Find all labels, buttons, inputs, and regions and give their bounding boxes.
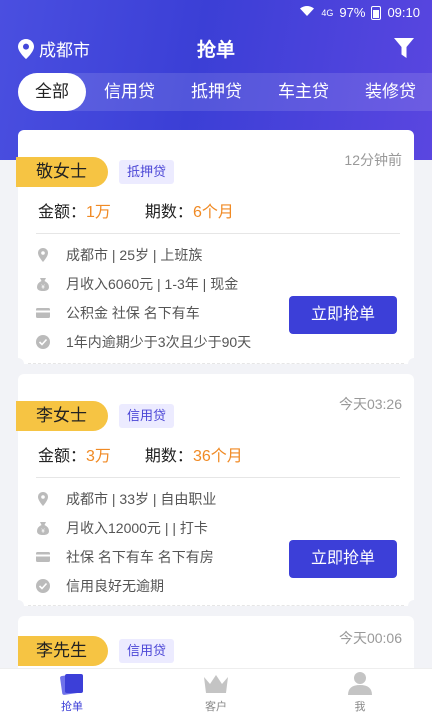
bottom-navigation: 抢单 客户 我 xyxy=(0,668,432,720)
nav-customers[interactable]: 客户 xyxy=(144,669,288,720)
amount-label: 金额： xyxy=(38,204,87,221)
category-tabs: 全部 信用贷 抵押贷 车主贷 装修贷 xyxy=(18,73,432,111)
divider xyxy=(36,477,400,478)
grab-order-button[interactable]: 立即抢单 xyxy=(289,540,397,578)
amount-label: 金额： xyxy=(38,448,87,465)
order-card[interactable]: 敬女士 抵押贷 12分钟前 金额：1万 期数：6个月 成都市 | 25岁 | 上… xyxy=(12,130,420,370)
crown-icon xyxy=(204,675,228,693)
check-circle-icon xyxy=(36,334,50,349)
order-time: 今天00:06 xyxy=(338,630,402,646)
order-card[interactable]: 李先生 信用贷 今天00:06 xyxy=(18,616,414,676)
location-icon xyxy=(38,247,48,262)
order-card[interactable]: 李女士 信用贷 今天03:26 金额：3万 期数：36个月 成都市 | 33岁 … xyxy=(12,374,420,612)
divider xyxy=(36,233,400,234)
customer-name: 敬女士 xyxy=(16,157,108,187)
nav-grab-orders[interactable]: 抢单 xyxy=(0,669,144,720)
cards-icon xyxy=(60,674,83,695)
customer-name: 李女士 xyxy=(16,401,108,431)
card-notch xyxy=(408,600,420,612)
loan-type-tag: 信用贷 xyxy=(119,404,175,428)
tab-all[interactable]: 全部 xyxy=(18,73,86,111)
tab-car-owner-loan[interactable]: 车主贷 xyxy=(260,73,347,111)
amount-value: 3万 xyxy=(86,448,111,465)
loan-type-tag: 信用贷 xyxy=(119,639,175,663)
info-assets: 公积金 社保 名下有车 xyxy=(66,304,200,321)
info-basic: 成都市 | 33岁 | 自由职业 xyxy=(66,490,217,507)
card-notch xyxy=(408,358,420,370)
loan-summary: 金额：3万 期数：36个月 xyxy=(38,442,277,466)
customer-name: 李先生 xyxy=(18,636,108,666)
page-title: 抢单 xyxy=(196,40,235,61)
order-time: 今天03:26 xyxy=(338,396,402,412)
info-income: 月收入6060元 | 1-3年 | 现金 xyxy=(66,275,239,292)
tab-credit-loan[interactable]: 信用贷 xyxy=(86,73,173,111)
card-notch xyxy=(12,358,24,370)
nav-label: 抢单 xyxy=(61,701,83,713)
card-icon xyxy=(36,551,50,562)
nav-me[interactable]: 我 xyxy=(288,669,432,720)
clock-label: 09:10 xyxy=(387,5,420,20)
dashed-divider xyxy=(28,605,404,606)
amount-value: 1万 xyxy=(86,204,111,221)
period-label: 期数： xyxy=(144,204,193,221)
filter-button[interactable] xyxy=(394,38,414,63)
period-value: 36个月 xyxy=(192,448,243,465)
customer-info: 成都市 | 25岁 | 上班族 ¥ 月收入6060元 | 1-3年 | 现金 公积… xyxy=(36,240,251,356)
tab-renovation-loan[interactable]: 装修贷 xyxy=(347,73,432,111)
battery-label: 97% xyxy=(339,5,366,20)
info-credit: 信用良好无逾期 xyxy=(66,577,164,594)
period-label: 期数： xyxy=(144,448,193,465)
check-circle-icon xyxy=(36,578,50,593)
info-basic: 成都市 | 25岁 | 上班族 xyxy=(66,246,203,263)
info-credit: 1年内逾期少于3次且少于90天 xyxy=(66,333,252,350)
loan-summary: 金额：1万 期数：6个月 xyxy=(38,198,268,222)
battery-icon xyxy=(371,5,382,20)
nav-label: 我 xyxy=(354,701,366,713)
location-icon xyxy=(38,491,48,506)
nav-label: 客户 xyxy=(205,701,227,713)
period-value: 6个月 xyxy=(192,204,234,221)
order-list: 敬女士 抵押贷 12分钟前 金额：1万 期数：6个月 成都市 | 25岁 | 上… xyxy=(12,130,420,686)
loan-type-tag: 抵押贷 xyxy=(119,160,175,184)
info-income: 月收入12000元 | | 打卡 xyxy=(66,519,208,536)
filter-icon xyxy=(394,38,414,58)
signal-label: 4G xyxy=(321,7,334,18)
info-assets: 社保 名下有车 名下有房 xyxy=(66,548,214,565)
order-time: 12分钟前 xyxy=(344,152,402,168)
card-icon xyxy=(36,307,50,318)
top-bar: 成都市 抢单 xyxy=(0,30,432,64)
dashed-divider xyxy=(28,363,404,364)
money-bag-icon: ¥ xyxy=(37,277,49,291)
customer-info: 成都市 | 33岁 | 自由职业 ¥ 月收入12000元 | | 打卡 社保 名下… xyxy=(36,484,216,600)
card-notch xyxy=(12,600,24,612)
tab-mortgage-loan[interactable]: 抵押贷 xyxy=(173,73,260,111)
wifi-icon xyxy=(299,5,315,20)
money-bag-icon: ¥ xyxy=(37,521,49,535)
grab-order-button[interactable]: 立即抢单 xyxy=(289,296,397,334)
user-icon xyxy=(348,672,372,695)
status-bar: 4G 97% 09:10 xyxy=(0,0,432,26)
